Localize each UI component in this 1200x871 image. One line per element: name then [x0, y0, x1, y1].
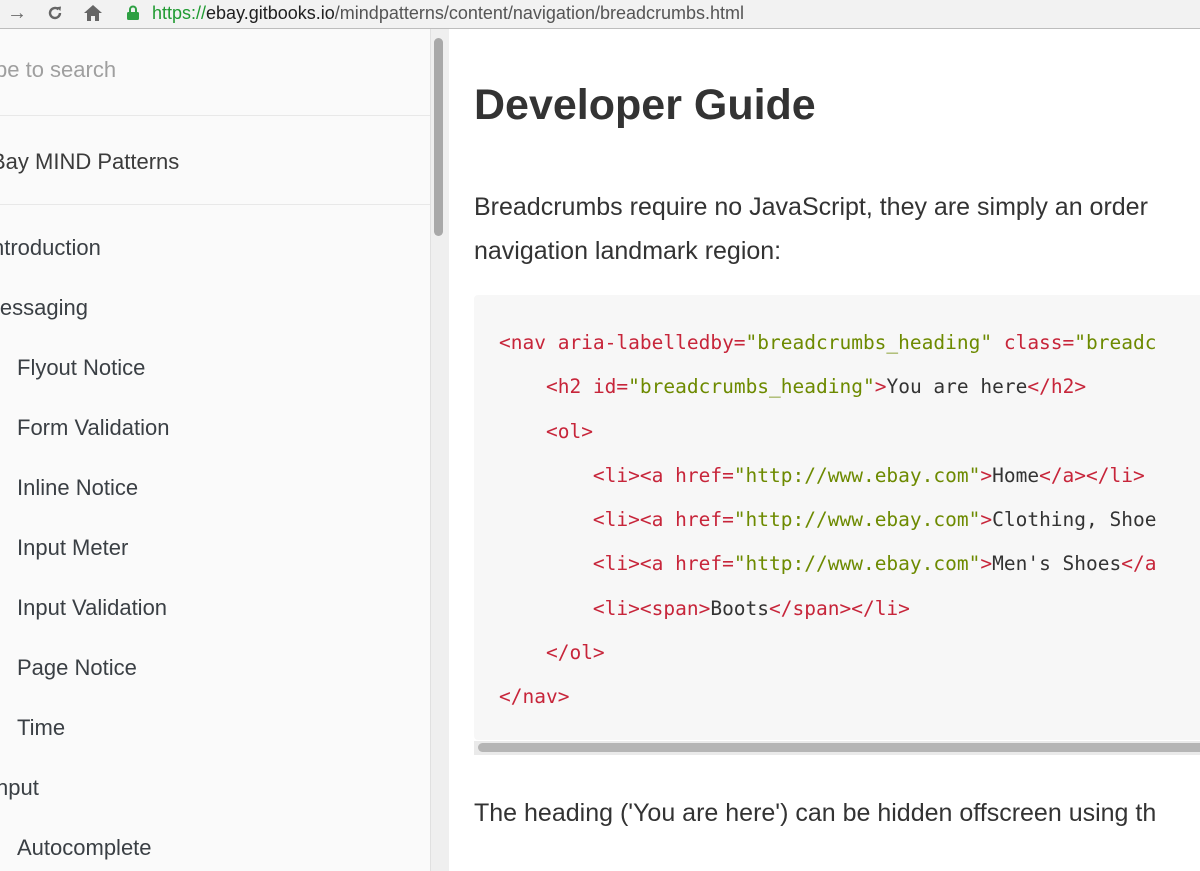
code-token: <li><span>: [592, 596, 711, 620]
home-icon[interactable]: [80, 2, 106, 24]
main-content: Developer Guide Breadcrumbs require no J…: [449, 29, 1200, 871]
hidden-heading-paragraph: The heading ('You are here') can be hidd…: [474, 799, 1157, 827]
code-token: </ol>: [545, 641, 605, 665]
sidebar-scrollbar-thumb[interactable]: [434, 38, 443, 236]
code-token: "breadcrumbs_heading": [745, 331, 993, 354]
code-horizontal-scrollbar-thumb[interactable]: [478, 743, 1200, 752]
page-heading: Developer Guide: [474, 81, 816, 129]
code-token: "http://www.ebay.com": [733, 508, 981, 532]
sidebar-item-form-validation[interactable]: Form Validation: [17, 415, 169, 441]
code-token: Boots: [710, 596, 770, 620]
lock-icon: [127, 5, 139, 20]
code-block: <nav aria-labelledby="breadcrumbs_headin…: [474, 295, 1200, 740]
sidebar-item-page-notice[interactable]: Page Notice: [17, 655, 137, 681]
reload-icon[interactable]: [42, 2, 68, 24]
code-token: Home: [992, 463, 1040, 487]
url-path: /mindpatterns/content/navigation/breadcr…: [334, 3, 745, 23]
code-token: Men's Shoes: [992, 552, 1122, 576]
code-token: </nav>: [499, 685, 570, 709]
url-scheme: https://: [152, 3, 207, 23]
url-text: https://ebay.gitbooks.io/mindpatterns/co…: [152, 3, 744, 23]
code-token: <ol>: [545, 419, 593, 443]
sidebar-item-messaging[interactable]: lessaging: [0, 295, 88, 321]
sidebar-item-inline-notice[interactable]: Inline Notice: [17, 475, 138, 501]
code-token: "http://www.ebay.com": [733, 463, 981, 487]
code-token: href=: [675, 552, 734, 576]
sidebar-item-input-meter[interactable]: Input Meter: [17, 535, 128, 561]
code-token: </h2>: [1027, 375, 1087, 399]
code-token: </a></li>: [1039, 463, 1145, 487]
sidebar-item-time[interactable]: Time: [17, 715, 65, 741]
code-token: <nav: [499, 331, 558, 354]
search-input[interactable]: [0, 39, 426, 101]
code-token: class=: [992, 331, 1075, 354]
code-token: "breadc: [1074, 331, 1157, 354]
partial-paragraph: Th d ith CSS: [474, 859, 616, 871]
forward-arrow-icon[interactable]: →: [4, 2, 30, 24]
code-token: Clothing, Shoe: [992, 508, 1157, 532]
sidebar-item-input[interactable]: nput: [0, 775, 39, 801]
code-token: You are here: [886, 375, 1028, 399]
sidebar-item-autocomplete[interactable]: Autocomplete: [17, 835, 152, 861]
code-token: href=: [675, 508, 734, 532]
code-token: <li><a: [592, 552, 676, 576]
sidebar-divider: [0, 204, 430, 205]
sidebar-item-flyout-notice[interactable]: Flyout Notice: [17, 355, 145, 381]
code-token: "http://www.ebay.com": [733, 552, 981, 576]
code-token: <li><a: [592, 463, 676, 487]
code-token: </span></li>: [769, 596, 910, 620]
code-token: >: [980, 552, 993, 576]
home-svg: [84, 5, 102, 21]
book-title-link[interactable]: Bay MIND Patterns: [0, 149, 179, 175]
code-token: </a: [1121, 552, 1157, 576]
sidebar: Bay MIND Patterns ntroduction lessaging …: [0, 29, 431, 871]
sidebar-item-introduction[interactable]: ntroduction: [0, 235, 101, 261]
code-token: <h2: [545, 375, 593, 399]
reload-svg: [48, 6, 62, 20]
code-token: >: [874, 375, 887, 399]
intro-paragraph-line-2: navigation landmark region:: [474, 237, 782, 265]
code-listing: <nav aria-labelledby="breadcrumbs_headin…: [499, 321, 1156, 720]
code-token: id=: [592, 375, 629, 399]
sidebar-divider: [0, 115, 430, 116]
address-bar[interactable]: https://ebay.gitbooks.io/mindpatterns/co…: [118, 2, 1200, 24]
intro-paragraph-line-1: Breadcrumbs require no JavaScript, they …: [474, 193, 1148, 221]
browser-toolbar: → https://ebay.gitbooks.io/mindpatterns/…: [0, 0, 1200, 29]
code-token: href=: [675, 463, 734, 487]
sidebar-item-input-validation[interactable]: Input Validation: [17, 595, 167, 621]
url-host: ebay.gitbooks.io: [206, 3, 335, 23]
code-token: >: [980, 463, 993, 487]
code-token: <li><a: [592, 508, 676, 532]
code-token: aria-labelledby=: [557, 331, 746, 354]
code-token: "breadcrumbs_heading": [628, 375, 875, 399]
code-token: >: [980, 508, 993, 532]
